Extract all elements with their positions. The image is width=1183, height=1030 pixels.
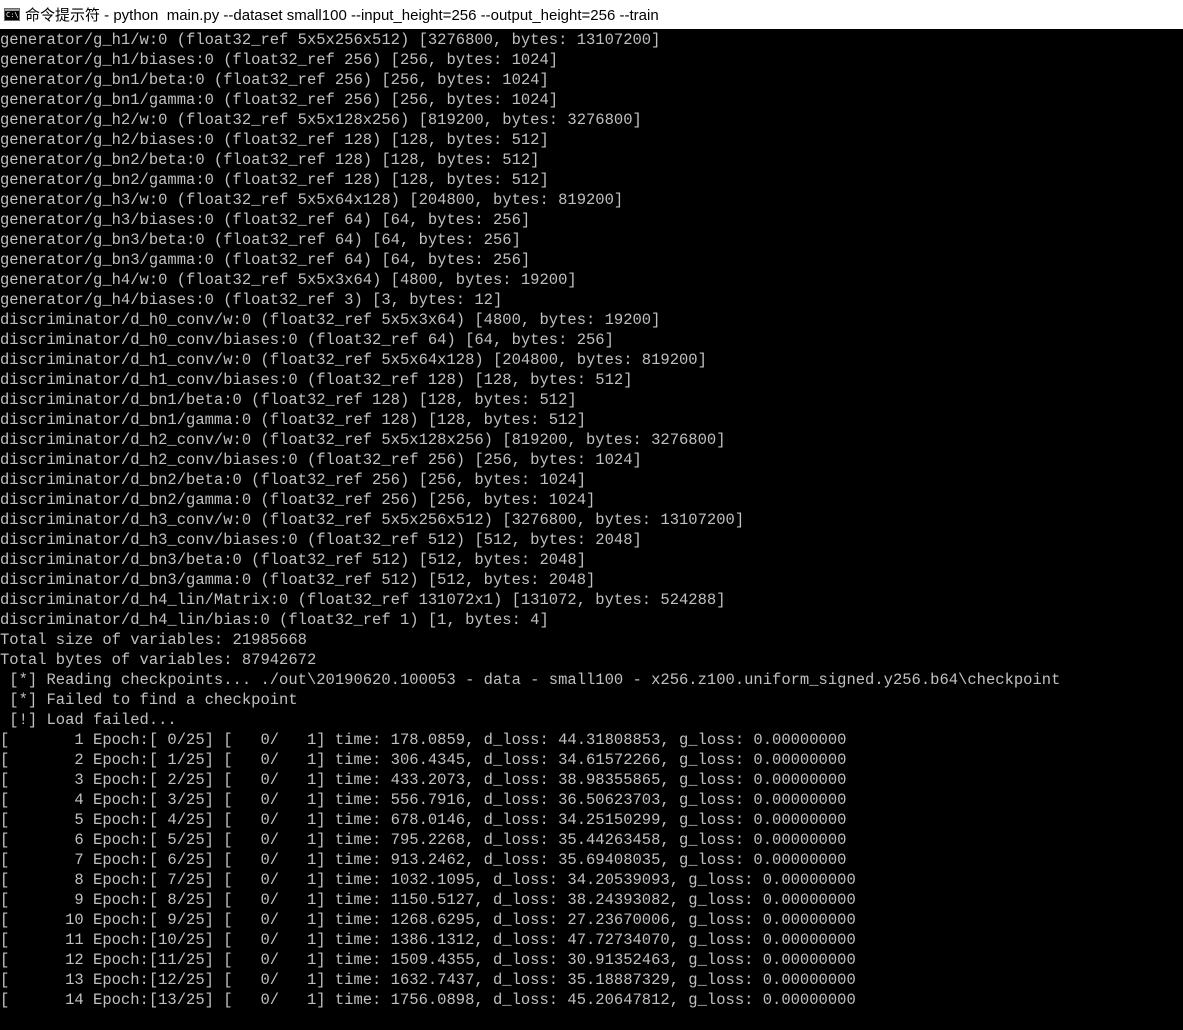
console-line: generator/g_bn3/gamma:0 (float32_ref 64)…: [0, 251, 531, 269]
console-line: discriminator/d_bn2/gamma:0 (float32_ref…: [0, 491, 596, 509]
window-title-bar[interactable]: C:\ 命令提示符 - python main.py --dataset sma…: [0, 0, 1183, 29]
console-line: discriminator/d_h3_conv/biases:0 (float3…: [0, 531, 642, 549]
console-line: discriminator/d_h1_conv/w:0 (float32_ref…: [0, 351, 707, 369]
console-line: [ 4 Epoch:[ 3/25] [ 0/ 1] time: 556.7916…: [0, 791, 847, 809]
console-line: [*] Reading checkpoints... ./out\2019062…: [0, 671, 1061, 689]
console-line: [*] Failed to find a checkpoint: [0, 691, 298, 709]
console-line: [!] Load failed...: [0, 711, 177, 729]
console-line: generator/g_h2/w:0 (float32_ref 5x5x128x…: [0, 111, 642, 129]
console-line: [ 11 Epoch:[10/25] [ 0/ 1] time: 1386.13…: [0, 931, 856, 949]
console-line: discriminator/d_bn3/beta:0 (float32_ref …: [0, 551, 586, 569]
console-line: [ 2 Epoch:[ 1/25] [ 0/ 1] time: 306.4345…: [0, 751, 847, 769]
console-line: generator/g_h1/w:0 (float32_ref 5x5x256x…: [0, 31, 661, 49]
console-line: [ 12 Epoch:[11/25] [ 0/ 1] time: 1509.43…: [0, 951, 856, 969]
console-line: Total bytes of variables: 87942672: [0, 651, 317, 669]
console-line: generator/g_bn1/gamma:0 (float32_ref 256…: [0, 91, 559, 109]
console-line: discriminator/d_h4_lin/Matrix:0 (float32…: [0, 591, 726, 609]
console-line: discriminator/d_h2_conv/w:0 (float32_ref…: [0, 431, 726, 449]
console-line: discriminator/d_bn3/gamma:0 (float32_ref…: [0, 571, 596, 589]
console-line: [ 8 Epoch:[ 7/25] [ 0/ 1] time: 1032.109…: [0, 871, 856, 889]
console-line: [ 1 Epoch:[ 0/25] [ 0/ 1] time: 178.0859…: [0, 731, 847, 749]
console-line: discriminator/d_bn1/beta:0 (float32_ref …: [0, 391, 577, 409]
console-line: generator/g_bn1/beta:0 (float32_ref 256)…: [0, 71, 549, 89]
cmd-console-icon[interactable]: C:\: [4, 8, 20, 21]
console-line: [ 9 Epoch:[ 8/25] [ 0/ 1] time: 1150.512…: [0, 891, 856, 909]
console-line: discriminator/d_h2_conv/biases:0 (float3…: [0, 451, 642, 469]
cmd-icon-label: C:\: [6, 11, 19, 19]
window-title: 命令提示符 - python main.py --dataset small10…: [25, 7, 659, 24]
console-line: [ 13 Epoch:[12/25] [ 0/ 1] time: 1632.74…: [0, 971, 856, 989]
console-line: discriminator/d_bn2/beta:0 (float32_ref …: [0, 471, 586, 489]
console-line: discriminator/d_h0_conv/biases:0 (float3…: [0, 331, 614, 349]
console-line: generator/g_bn2/beta:0 (float32_ref 128)…: [0, 151, 540, 169]
console-line: generator/g_h1/biases:0 (float32_ref 256…: [0, 51, 559, 69]
console-line: generator/g_bn2/gamma:0 (float32_ref 128…: [0, 171, 549, 189]
console-output[interactable]: generator/g_h1/w:0 (float32_ref 5x5x256x…: [0, 30, 1183, 1030]
console-line: Total size of variables: 21985668: [0, 631, 307, 649]
console-line: [ 6 Epoch:[ 5/25] [ 0/ 1] time: 795.2268…: [0, 831, 847, 849]
console-line: [ 3 Epoch:[ 2/25] [ 0/ 1] time: 433.2073…: [0, 771, 847, 789]
console-line: discriminator/d_bn1/gamma:0 (float32_ref…: [0, 411, 586, 429]
console-line: [ 7 Epoch:[ 6/25] [ 0/ 1] time: 913.2462…: [0, 851, 847, 869]
console-line: [ 5 Epoch:[ 4/25] [ 0/ 1] time: 678.0146…: [0, 811, 847, 829]
console-line: discriminator/d_h1_conv/biases:0 (float3…: [0, 371, 633, 389]
console-line: discriminator/d_h0_conv/w:0 (float32_ref…: [0, 311, 661, 329]
console-line: [ 10 Epoch:[ 9/25] [ 0/ 1] time: 1268.62…: [0, 911, 856, 929]
console-line: generator/g_h2/biases:0 (float32_ref 128…: [0, 131, 549, 149]
console-line: generator/g_h3/biases:0 (float32_ref 64)…: [0, 211, 531, 229]
console-line: discriminator/d_h4_lin/bias:0 (float32_r…: [0, 611, 549, 629]
console-line: generator/g_h3/w:0 (float32_ref 5x5x64x1…: [0, 191, 624, 209]
console-line: generator/g_h4/biases:0 (float32_ref 3) …: [0, 291, 503, 309]
console-line: [ 14 Epoch:[13/25] [ 0/ 1] time: 1756.08…: [0, 991, 856, 1009]
console-line: discriminator/d_h3_conv/w:0 (float32_ref…: [0, 511, 745, 529]
console-line: generator/g_bn3/beta:0 (float32_ref 64) …: [0, 231, 521, 249]
console-line: generator/g_h4/w:0 (float32_ref 5x5x3x64…: [0, 271, 577, 289]
